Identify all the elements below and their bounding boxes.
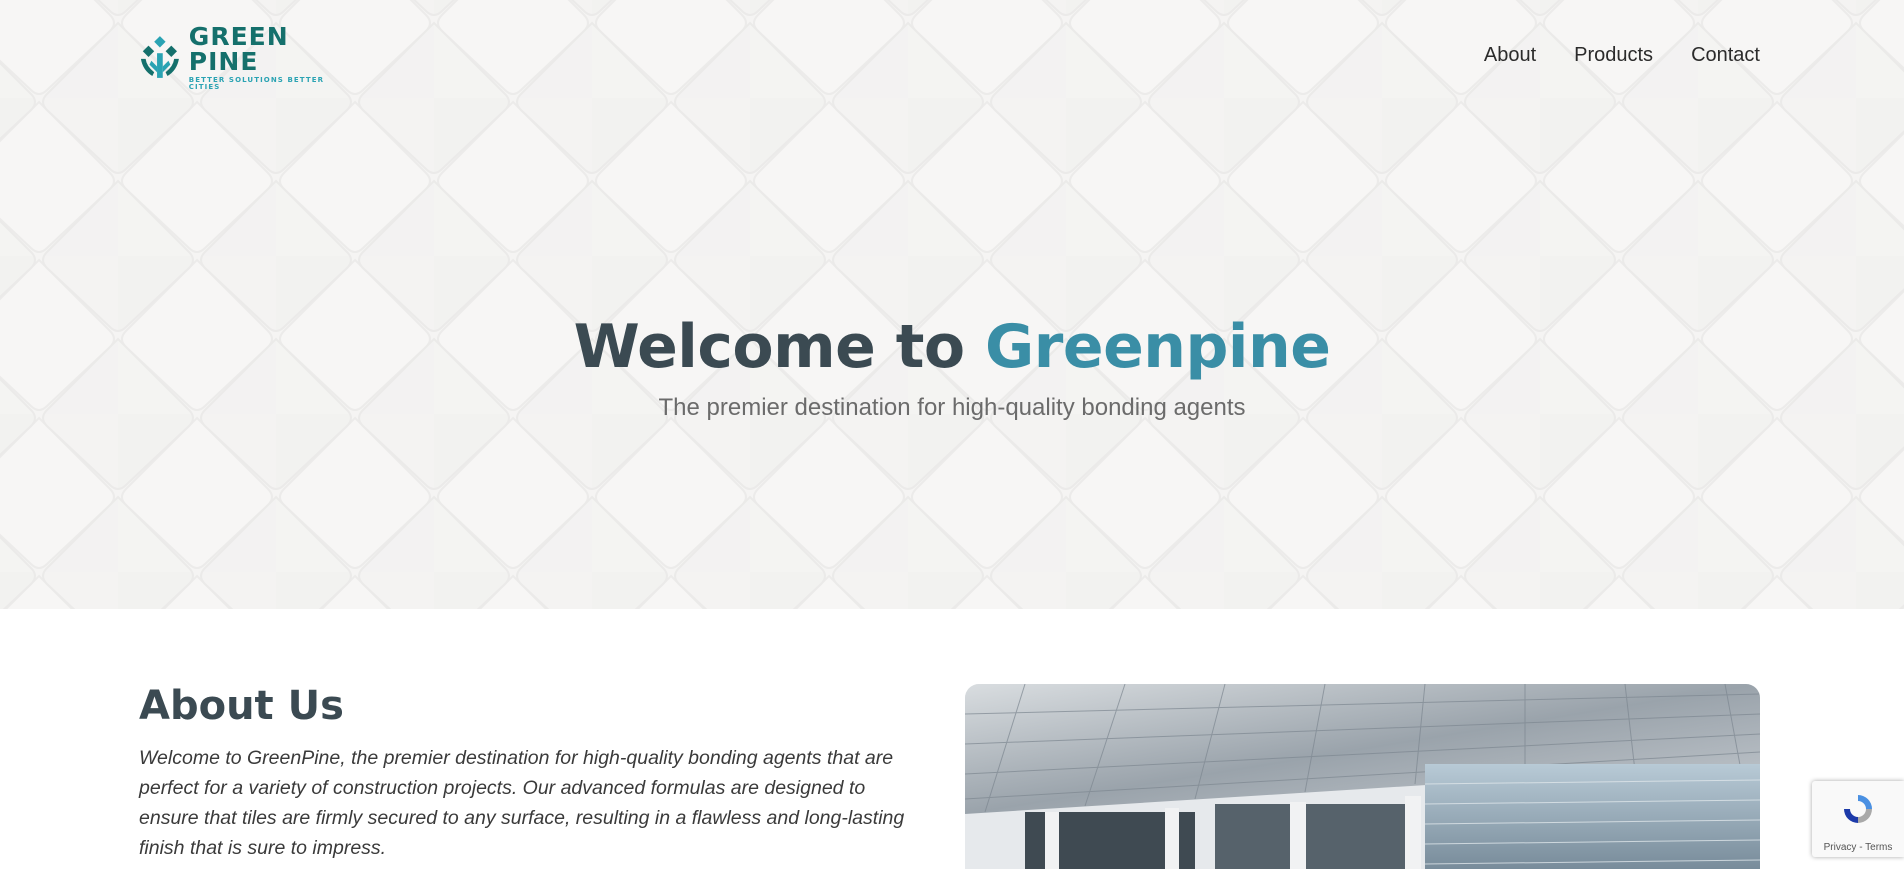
recaptcha-links[interactable]: Privacy - Terms <box>1812 842 1904 853</box>
building-illustration <box>965 684 1760 869</box>
hero-title-prefix: Welcome to <box>573 312 986 382</box>
pine-logo-icon <box>140 36 179 78</box>
nav-link-about[interactable]: About <box>1484 44 1536 67</box>
recaptcha-icon <box>1844 795 1872 823</box>
logo-name: GREEN PINE <box>188 21 289 76</box>
hero-section: GREEN PINE BETTER SOLUTIONS BETTER CITIE… <box>0 0 1904 609</box>
hero-title-accent: Greenpine <box>985 312 1331 382</box>
hero-title: Welcome to Greenpine <box>0 312 1904 382</box>
main-nav: About Products Contact <box>1484 44 1760 67</box>
hero-overlay <box>0 0 1904 609</box>
about-text: Welcome to GreenPine, the premier destin… <box>139 747 905 859</box>
nav-link-products[interactable]: Products <box>1574 44 1653 67</box>
logo-tagline: BETTER SOLUTIONS BETTER CITIES <box>188 75 325 91</box>
about-heading: About Us <box>139 683 344 729</box>
recaptcha-badge[interactable]: Privacy - Terms <box>1812 781 1904 857</box>
nav-link-contact[interactable]: Contact <box>1691 44 1760 67</box>
site-logo[interactable]: GREEN PINE BETTER SOLUTIONS BETTER CITIE… <box>139 24 359 90</box>
building-image <box>965 684 1760 869</box>
hero-subtitle: The premier destination for high-quality… <box>658 394 1246 421</box>
